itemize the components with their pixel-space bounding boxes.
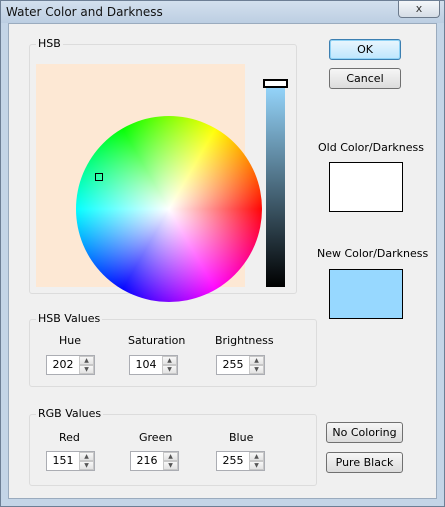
- brightness-slider[interactable]: [266, 83, 285, 287]
- dialog-window: Water Color and Darkness x HSB OK Cancel…: [0, 0, 445, 507]
- rgb-values-group: RGB Values: [29, 407, 317, 486]
- green-spinner[interactable]: 216 ▲ ▼: [130, 451, 179, 471]
- close-button[interactable]: x: [398, 1, 440, 18]
- old-color-swatch: [329, 162, 403, 212]
- hue-label: Hue: [59, 334, 82, 347]
- red-spinner[interactable]: 151 ▲ ▼: [46, 451, 95, 471]
- spin-up-icon[interactable]: ▲: [249, 356, 264, 365]
- spin-down-icon[interactable]: ▼: [249, 461, 264, 470]
- brightness-input[interactable]: 255: [217, 356, 249, 374]
- saturation-spinner[interactable]: 104 ▲ ▼: [129, 355, 178, 375]
- spin-down-icon[interactable]: ▼: [249, 365, 264, 374]
- spin-up-icon[interactable]: ▲: [162, 356, 177, 365]
- color-wheel-saturation: [76, 116, 262, 302]
- green-label: Green: [139, 431, 173, 444]
- title-bar: Water Color and Darkness x: [1, 1, 444, 23]
- saturation-input[interactable]: 104: [130, 356, 162, 374]
- spin-up-icon[interactable]: ▲: [249, 452, 264, 461]
- ok-button[interactable]: OK: [329, 39, 401, 60]
- color-picker-marker[interactable]: [95, 173, 103, 181]
- hue-spinner[interactable]: 202 ▲ ▼: [46, 355, 95, 375]
- dialog-client-area: HSB OK Cancel Old Color/Darkness New Col…: [8, 23, 437, 499]
- spin-down-icon[interactable]: ▼: [79, 461, 94, 470]
- red-label: Red: [59, 431, 80, 444]
- old-color-label: Old Color/Darkness: [318, 141, 424, 154]
- hsb-values-label: HSB Values: [36, 312, 103, 325]
- brightness-label: Brightness: [215, 334, 274, 347]
- spin-up-icon[interactable]: ▲: [79, 452, 94, 461]
- spin-up-icon[interactable]: ▲: [163, 452, 178, 461]
- brightness-spinner[interactable]: 255 ▲ ▼: [216, 355, 265, 375]
- color-wheel-area: [36, 64, 262, 302]
- no-coloring-button[interactable]: No Coloring: [326, 422, 403, 443]
- brightness-slider-handle[interactable]: [263, 79, 288, 88]
- spin-down-icon[interactable]: ▼: [79, 365, 94, 374]
- spin-down-icon[interactable]: ▼: [162, 365, 177, 374]
- color-wheel[interactable]: [76, 116, 262, 302]
- blue-input[interactable]: 255: [217, 452, 249, 470]
- green-input[interactable]: 216: [131, 452, 163, 470]
- cancel-button[interactable]: Cancel: [329, 68, 401, 89]
- hsb-values-group: HSB Values: [29, 312, 317, 387]
- hsb-group-label: HSB: [36, 37, 63, 50]
- blue-label: Blue: [229, 431, 254, 444]
- blue-spinner[interactable]: 255 ▲ ▼: [216, 451, 265, 471]
- saturation-label: Saturation: [128, 334, 186, 347]
- rgb-values-label: RGB Values: [36, 407, 104, 420]
- close-icon: x: [415, 2, 423, 15]
- hue-input[interactable]: 202: [47, 356, 79, 374]
- new-color-swatch: [329, 269, 403, 319]
- pure-black-button[interactable]: Pure Black: [326, 452, 403, 473]
- red-input[interactable]: 151: [47, 452, 79, 470]
- window-title: Water Color and Darkness: [6, 5, 163, 19]
- spin-up-icon[interactable]: ▲: [79, 356, 94, 365]
- spin-down-icon[interactable]: ▼: [163, 461, 178, 470]
- new-color-label: New Color/Darkness: [317, 247, 429, 260]
